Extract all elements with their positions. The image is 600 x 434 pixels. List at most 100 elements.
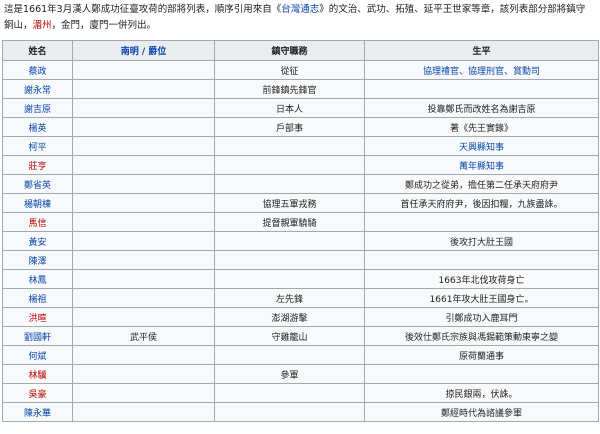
table-row: 蔡政 從征 協理禮官、協理刑官、賞勳司 xyxy=(2,60,599,80)
cell-name[interactable]: 洪暄 xyxy=(2,307,73,327)
table-row: 楊祖 左先鋒 1661年攻大肚王國身亡。 xyxy=(2,288,599,308)
cell-era-title xyxy=(72,98,215,118)
table-row: 何斌 原荷蘭通事 xyxy=(2,345,599,365)
cell-biography: 1661年攻大肚王國身亡。 xyxy=(364,288,599,308)
cell-name[interactable]: 謝吉原 xyxy=(2,98,73,118)
cell-post xyxy=(214,269,365,289)
cell-post: 協理五軍戎務 xyxy=(214,193,365,213)
table-row: 楊英 戶部事 著《先王實錄》 xyxy=(2,117,599,137)
table-row: 莊亨 萬年縣知事 xyxy=(2,155,599,175)
header-biography[interactable]: 生平 xyxy=(364,40,599,61)
cell-name[interactable]: 柯平 xyxy=(2,136,73,156)
cell-era-title xyxy=(72,60,215,80)
cell-name[interactable]: 謝永常 xyxy=(2,79,73,99)
table-row: 謝永常 前鋒鎮先鋒官 xyxy=(2,79,599,99)
cell-era-title xyxy=(72,79,215,99)
cell-post xyxy=(214,402,365,422)
cell-era-title xyxy=(72,288,215,308)
table-header-row: 姓名 南明 / 爵位 鎮守職務 生平 xyxy=(2,40,599,61)
cell-biography: 投靠鄭氏而改姓名為謝吉原 xyxy=(364,98,599,118)
cell-name[interactable]: 林鳳 xyxy=(2,269,73,289)
cell-name[interactable]: 林驥 xyxy=(2,364,73,384)
cell-post xyxy=(214,231,365,251)
cell-name[interactable]: 劉國軒 xyxy=(2,326,73,346)
table-row: 吳豪 掠民銀兩，伏誅。 xyxy=(2,383,599,403)
generals-table: 姓名 南明 / 爵位 鎮守職務 生平 蔡政 從征 協理禮官、協理刑官、賞勳司謝永常 前… xyxy=(2,40,599,422)
cell-name[interactable]: 陳永華 xyxy=(2,402,73,422)
table-row: 劉國軒 武平侯 守雞籠山 後效仕鄭氏宗族與馮錫範策動東寧之變 xyxy=(2,326,599,346)
cell-post: 澎湖游擊 xyxy=(214,307,365,327)
header-post[interactable]: 鎮守職務 xyxy=(214,40,365,61)
cell-name[interactable]: 楊祖 xyxy=(2,288,73,308)
cell-era-title xyxy=(72,269,215,289)
cell-era-title: 武平侯 xyxy=(72,326,215,346)
intro-text-1: 這是1661年3月漢人鄭成功征臺攻荷的部將列表，順序引用來自《 xyxy=(4,4,282,15)
header-era-title[interactable]: 南明 / 爵位 xyxy=(72,40,215,61)
cell-name[interactable]: 黃安 xyxy=(2,231,73,251)
cell-biography: 後效仕鄭氏宗族與馮錫範策動東寧之變 xyxy=(364,326,599,346)
cell-name[interactable]: 吳豪 xyxy=(2,383,73,403)
cell-era-title xyxy=(72,155,215,175)
cell-biography xyxy=(364,364,599,384)
cell-biography: 1663年北伐攻荷身亡 xyxy=(364,269,599,289)
cell-biography: 掠民銀兩，伏誅。 xyxy=(364,383,599,403)
cell-biography xyxy=(364,79,599,99)
cell-post xyxy=(214,345,365,365)
cell-name[interactable]: 莊亨 xyxy=(2,155,73,175)
cell-post: 從征 xyxy=(214,60,365,80)
intro-link-meizhou[interactable]: 湄州 xyxy=(33,20,52,31)
cell-post: 左先鋒 xyxy=(214,288,365,308)
cell-post: 日本人 xyxy=(214,98,365,118)
table-row: 林鳳 1663年北伐攻荷身亡 xyxy=(2,269,599,289)
table-row: 楊朝棟 協理五軍戎務 首任承天府府尹，後因扣糧，九族盡誅。 xyxy=(2,193,599,213)
cell-biography: 後攻打大肚王國 xyxy=(364,231,599,251)
intro-paragraph: 這是1661年3月漢人鄭成功征臺攻荷的部將列表，順序引用來自《台灣通志》的文治、… xyxy=(4,2,594,34)
table-row: 黃安 後攻打大肚王國 xyxy=(2,231,599,251)
cell-era-title xyxy=(72,402,215,422)
cell-biography: 鄭成功之從弟，擔任第二任承天府府尹 xyxy=(364,174,599,194)
cell-name[interactable]: 楊英 xyxy=(2,117,73,137)
cell-post xyxy=(214,383,365,403)
cell-biography[interactable]: 萬年縣知事 xyxy=(364,155,599,175)
cell-biography[interactable]: 協理禮官、協理刑官、賞勳司 xyxy=(364,60,599,80)
intro-text-3: 銅山， xyxy=(4,20,33,31)
cell-era-title xyxy=(72,307,215,327)
table-row: 洪暄 澎湖游擊 引鄭成功入鹿耳門 xyxy=(2,307,599,327)
header-name[interactable]: 姓名 xyxy=(2,40,73,61)
intro-link-taiwan-gazetteer[interactable]: 台灣通志 xyxy=(281,4,319,15)
cell-era-title xyxy=(72,345,215,365)
cell-post xyxy=(214,250,365,270)
cell-biography[interactable]: 天興縣知事 xyxy=(364,136,599,156)
cell-name[interactable]: 蔡政 xyxy=(2,60,73,80)
intro-text-4: ，金門，廈門一併列出。 xyxy=(51,20,157,31)
table-row: 陳澤 xyxy=(2,250,599,270)
cell-biography: 鄭經時代為諮議參軍 xyxy=(364,402,599,422)
table-row: 謝吉原 日本人 投靠鄭氏而改姓名為謝吉原 xyxy=(2,98,599,118)
cell-era-title xyxy=(72,117,215,137)
cell-name[interactable]: 陳澤 xyxy=(2,250,73,270)
cell-biography xyxy=(364,250,599,270)
cell-name[interactable]: 鄭省英 xyxy=(2,174,73,194)
cell-post xyxy=(214,155,365,175)
cell-biography: 引鄭成功入鹿耳門 xyxy=(364,307,599,327)
cell-era-title xyxy=(72,174,215,194)
cell-biography: 首任承天府府尹，後因扣糧，九族盡誅。 xyxy=(364,193,599,213)
table-row: 鄭省英 鄭成功之從弟，擔任第二任承天府府尹 xyxy=(2,174,599,194)
cell-name[interactable]: 馬信 xyxy=(2,212,73,232)
cell-post: 戶部事 xyxy=(214,117,365,137)
cell-name[interactable]: 何斌 xyxy=(2,345,73,365)
cell-biography: 著《先王實錄》 xyxy=(364,117,599,137)
cell-post: 參軍 xyxy=(214,364,365,384)
cell-era-title xyxy=(72,136,215,156)
table-row: 林驥 參軍 xyxy=(2,364,599,384)
cell-post: 提督親軍驍騎 xyxy=(214,212,365,232)
cell-era-title xyxy=(72,364,215,384)
table-row: 柯平 天興縣知事 xyxy=(2,136,599,156)
intro-text-2: 》的文治、武功、拓殖、延平王世家等章，該列表部分部將鎮守 xyxy=(319,4,586,15)
cell-name[interactable]: 楊朝棟 xyxy=(2,193,73,213)
cell-era-title xyxy=(72,193,215,213)
cell-post: 守雞籠山 xyxy=(214,326,365,346)
cell-era-title xyxy=(72,383,215,403)
cell-post: 前鋒鎮先鋒官 xyxy=(214,79,365,99)
table-row: 馬信 提督親軍驍騎 xyxy=(2,212,599,232)
